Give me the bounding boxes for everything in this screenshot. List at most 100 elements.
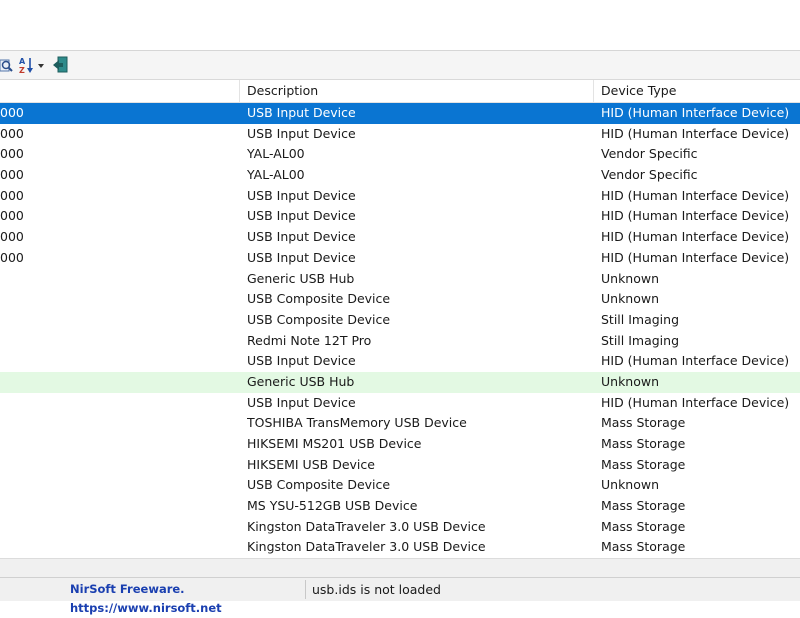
table-row[interactable]: 000 USB Input Device HID (Human Interface …	[0, 248, 800, 269]
cell-device-type: Mass Storage	[601, 436, 686, 451]
cell-device-type: HID (Human Interface Device)	[601, 187, 790, 203]
svg-text:Z: Z	[19, 66, 25, 74]
table-row[interactable]: Generic USB Hub Unknown	[0, 371, 800, 393]
table-row[interactable]: 000 USB Input Device HID (Human Interface …	[0, 206, 800, 227]
cell-device-type: Vendor Specific	[601, 167, 698, 183]
cell-description: USB Composite Device	[247, 311, 391, 327]
cell-device-id: 000	[0, 146, 24, 162]
cell-device-id	[0, 537, 230, 558]
cell-device-type: Mass Storage	[601, 539, 686, 555]
cell-device-id	[0, 289, 230, 310]
table-row[interactable]: USB Composite Device Still Imaging	[0, 310, 800, 331]
table-row[interactable]: HIKSEMI MS201 USB Device Mass Storage	[0, 434, 800, 455]
cell-device-type: HID (Human Interface Device)	[601, 208, 790, 224]
cell-device-type: Vendor Specific	[601, 146, 698, 162]
cell-device-type: Still Imaging	[601, 311, 680, 327]
cell-description: Generic USB Hub	[247, 270, 355, 286]
cell-device-type: HID (Human Interface Device)	[601, 353, 790, 369]
cell-device-id	[0, 517, 230, 538]
cell-description: USB Input Device	[247, 353, 356, 369]
cell-description: USB Input Device	[247, 105, 356, 120]
cell-device-type: Unknown	[601, 477, 660, 493]
cell-description: HIKSEMI MS201 USB Device	[247, 436, 422, 451]
svg-text:A: A	[19, 57, 26, 66]
column-header-id[interactable]	[0, 80, 240, 102]
toolbar: A Z	[0, 51, 800, 80]
cell-device-type: HID (Human Interface Device)	[601, 229, 790, 245]
cell-device-id	[0, 475, 230, 496]
cell-device-type: Still Imaging	[601, 332, 680, 348]
table-row[interactable]: 000 YAL-AL00 Vendor Specific	[0, 165, 800, 186]
cell-device-type: Mass Storage	[601, 415, 686, 431]
cell-description: Generic USB Hub	[247, 373, 355, 389]
table-row[interactable]: USB Input Device HID (Human Interface Dev…	[0, 393, 800, 414]
table-row[interactable]: MS YSU-512GB USB Device Mass Storage	[0, 496, 800, 517]
cell-device-id	[0, 434, 230, 455]
exit-icon[interactable]	[53, 54, 69, 76]
cell-device-type: Mass Storage	[601, 498, 686, 514]
table-row[interactable]: HIKSEMI USB Device Mass Storage	[0, 455, 800, 476]
cell-device-id: 000	[0, 208, 24, 224]
column-header-description[interactable]: Description	[240, 80, 594, 102]
cell-device-id: 000	[0, 167, 24, 183]
cell-device-id	[0, 393, 230, 414]
find-icon[interactable]	[0, 54, 14, 76]
cell-device-type: HID (Human Interface Device)	[601, 249, 790, 265]
cell-device-id: 000	[0, 249, 24, 265]
cell-device-id: 000	[0, 105, 24, 120]
cell-device-id: 000	[0, 125, 24, 141]
cell-device-id	[0, 269, 230, 290]
cell-description: Kingston DataTraveler 3.0 USB Device	[247, 539, 486, 555]
cell-description: YAL-AL00	[247, 146, 305, 162]
cell-device-type: Unknown	[601, 270, 660, 286]
table-row[interactable]: Redmi Note 12T Pro Still Imaging	[0, 331, 800, 352]
cell-device-type: Unknown	[601, 373, 660, 389]
table-row[interactable]: 000 USB Input Device HID (Human Interface …	[0, 103, 800, 124]
cell-description: USB Input Device	[247, 249, 356, 265]
table-row[interactable]: USB Composite Device Unknown	[0, 475, 800, 496]
table-row[interactable]: 000 USB Input Device HID (Human Interface …	[0, 124, 800, 145]
table-row[interactable]: TOSHIBA TransMemory USB Device Mass Stora…	[0, 413, 800, 434]
cell-description: Redmi Note 12T Pro	[247, 332, 372, 348]
cell-description: MS YSU-512GB USB Device	[247, 498, 418, 514]
table-row[interactable]: Kingston DataTraveler 3.0 USB Device Mass…	[0, 537, 800, 558]
status-brand-link[interactable]: NirSoft Freeware. https://www.nirsoft.ne…	[0, 580, 306, 615]
cell-description: USB Composite Device	[247, 291, 391, 307]
cell-description: USB Composite Device	[247, 477, 391, 493]
cell-device-type: Mass Storage	[601, 518, 686, 534]
table-row[interactable]: Kingston DataTraveler 3.0 USB Device Mass…	[0, 517, 800, 538]
horizontal-scrollbar[interactable]	[0, 558, 800, 577]
menu-area	[0, 0, 800, 51]
status-bar: NirSoft Freeware. https://www.nirsoft.ne…	[0, 577, 800, 615]
cell-description: YAL-AL00	[247, 167, 305, 183]
cell-device-id	[0, 331, 230, 352]
cell-device-id	[0, 310, 230, 331]
table-row[interactable]: 000 USB Input Device HID (Human Interface …	[0, 186, 800, 207]
table-row[interactable]: USB Composite Device Unknown	[0, 289, 800, 310]
cell-description: TOSHIBA TransMemory USB Device	[247, 415, 467, 431]
table-row[interactable]: Generic USB Hub Unknown	[0, 269, 800, 290]
cell-device-type: Unknown	[601, 291, 660, 307]
cell-device-type: Mass Storage	[601, 456, 686, 472]
sort-icon[interactable]: A Z	[18, 54, 48, 76]
cell-description: USB Input Device	[247, 208, 356, 224]
cell-description: USB Input Device	[247, 229, 356, 245]
device-list[interactable]: 000 USB Input Device HID (Human Interface …	[0, 103, 800, 558]
column-header-device-type[interactable]: Device Type	[594, 80, 800, 102]
cell-device-id: 000	[0, 187, 24, 203]
list-header: Description Device Type	[0, 80, 800, 103]
cell-device-type: HID (Human Interface Device)	[601, 105, 790, 120]
cell-device-id: 000	[0, 229, 24, 245]
cell-device-type: HID (Human Interface Device)	[601, 394, 790, 410]
cell-description: USB Input Device	[247, 125, 356, 141]
table-row[interactable]: USB Input Device HID (Human Interface Dev…	[0, 351, 800, 372]
cell-device-type: HID (Human Interface Device)	[601, 125, 790, 141]
table-row[interactable]: 000 YAL-AL00 Vendor Specific	[0, 144, 800, 165]
cell-description: HIKSEMI USB Device	[247, 456, 375, 472]
status-message: usb.ids is not loaded	[312, 582, 441, 597]
cell-device-id	[0, 455, 230, 476]
cell-description: USB Input Device	[247, 394, 356, 410]
cell-device-id	[0, 372, 230, 393]
table-row[interactable]: 000 USB Input Device HID (Human Interface …	[0, 227, 800, 248]
cell-device-id	[0, 496, 230, 517]
